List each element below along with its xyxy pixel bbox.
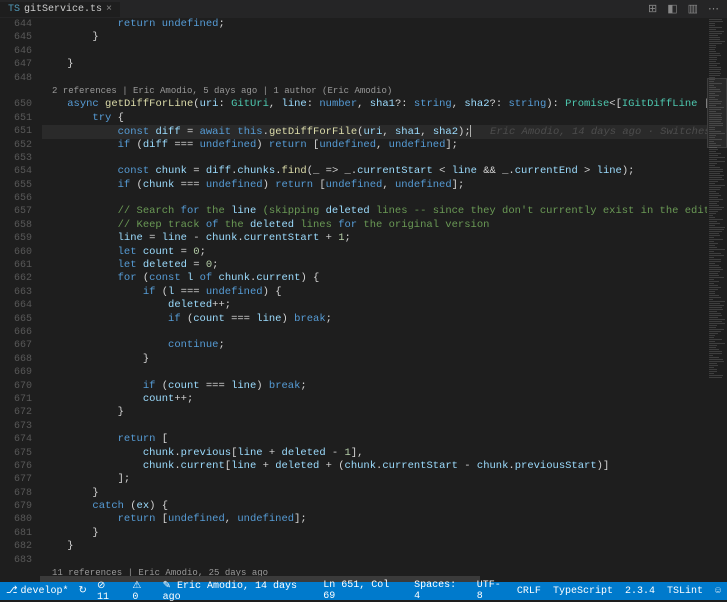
code-line[interactable]: chunk.previous[line + deleted - 1],	[42, 447, 727, 460]
code-line[interactable]	[42, 45, 727, 58]
tab-actions: ⊞ ◧ ▥ ⋯	[648, 2, 727, 16]
code-line[interactable]: if (chunk === undefined) return [undefin…	[42, 179, 727, 192]
code-line[interactable]: if (l === undefined) {	[42, 286, 727, 299]
minimap-slider[interactable]	[707, 78, 727, 148]
code-line[interactable]: }	[42, 540, 727, 553]
code-line[interactable]	[42, 420, 727, 433]
code-line[interactable]: }	[42, 353, 727, 366]
gutter: 6446456466476486506516516526536546556566…	[0, 18, 40, 578]
code-line[interactable]: deleted++;	[42, 299, 727, 312]
code-line[interactable]: }	[42, 31, 727, 44]
version-indicator[interactable]: 2.3.4	[625, 580, 655, 602]
codelens[interactable]: 2 references | Eric Amodio, 5 days ago |…	[42, 85, 727, 98]
code-line[interactable]	[42, 72, 727, 85]
branch-indicator[interactable]: develop*	[6, 585, 69, 597]
code-line[interactable]: return undefined;	[42, 18, 727, 31]
code-line[interactable]: ];	[42, 473, 727, 486]
feedback-icon[interactable]: ☺	[715, 580, 721, 602]
typescript-icon: TS	[8, 4, 20, 15]
code-line[interactable]: if (count === line) break;	[42, 380, 727, 393]
language-indicator[interactable]: TypeScript	[553, 580, 613, 602]
code-line[interactable]: let deleted = 0;	[42, 259, 727, 272]
code-line[interactable]: const diff = await this.getDiffForFile(u…	[42, 125, 727, 138]
code-line[interactable]: }	[42, 58, 727, 71]
code-line[interactable]: continue;	[42, 339, 727, 352]
code-line[interactable]: if (diff === undefined) return [undefine…	[42, 139, 727, 152]
encoding-indicator[interactable]: UTF-8	[477, 580, 505, 602]
sync-button[interactable]: ↻	[79, 585, 87, 597]
code-line[interactable]: // Keep track of the deleted lines for t…	[42, 219, 727, 232]
errors-indicator[interactable]: ⊘ 11	[97, 580, 122, 602]
code-line[interactable]: return [	[42, 433, 727, 446]
warnings-indicator[interactable]: ⚠ 0	[132, 580, 152, 602]
code-line[interactable]: async getDiffForLine(uri: GitUri, line: …	[42, 98, 727, 111]
code-line[interactable]: }	[42, 487, 727, 500]
status-bar: develop* ↻ ⊘ 11 ⚠ 0 ✎ Eric Amodio, 14 da…	[0, 582, 727, 600]
code-line[interactable]: catch (ex) {	[42, 500, 727, 513]
code-line[interactable]: for (const l of chunk.current) {	[42, 272, 727, 285]
code-line[interactable]: count++;	[42, 393, 727, 406]
code-line[interactable]	[42, 192, 727, 205]
editor[interactable]: 6446456466476486506516516526536546556566…	[0, 18, 727, 578]
blame-status[interactable]: ✎ Eric Amodio, 14 days ago	[163, 580, 312, 602]
minimap[interactable]	[707, 18, 727, 578]
code-line[interactable]: let count = 0;	[42, 246, 727, 259]
tab-label: gitService.ts	[24, 4, 102, 15]
code-line[interactable]: // Search for the line (skipping deleted…	[42, 205, 727, 218]
layout-icon[interactable]: ▥	[688, 2, 698, 16]
spaces-indicator[interactable]: Spaces: 4	[414, 580, 465, 602]
code-line[interactable]	[42, 366, 727, 379]
diff-icon[interactable]: ◧	[667, 2, 677, 16]
code-line[interactable]: }	[42, 527, 727, 540]
code-area[interactable]: return undefined; } } 2 references | Eric…	[42, 18, 727, 578]
split-icon[interactable]: ⊞	[648, 2, 657, 16]
code-line[interactable]: return [undefined, undefined];	[42, 513, 727, 526]
cursor-position[interactable]: Ln 651, Col 69	[323, 580, 402, 602]
close-icon[interactable]: ×	[106, 4, 112, 15]
code-line[interactable]: if (count === line) break;	[42, 313, 727, 326]
code-line[interactable]: chunk.current[line + deleted + (chunk.cu…	[42, 460, 727, 473]
code-line[interactable]	[42, 554, 727, 567]
code-line[interactable]	[42, 152, 727, 165]
code-line[interactable]: line = line - chunk.currentStart + 1;	[42, 232, 727, 245]
code-line[interactable]: }	[42, 406, 727, 419]
more-icon[interactable]: ⋯	[708, 2, 719, 16]
code-line[interactable]: const chunk = diff.chunks.find(_ => _.cu…	[42, 165, 727, 178]
tab-bar: TS gitService.ts × ⊞ ◧ ▥ ⋯	[0, 0, 727, 18]
eol-indicator[interactable]: CRLF	[517, 580, 541, 602]
code-line[interactable]: try {	[42, 112, 727, 125]
code-line[interactable]	[42, 326, 727, 339]
tab-gitservice[interactable]: TS gitService.ts ×	[0, 2, 120, 17]
tslint-indicator[interactable]: TSLint	[667, 580, 703, 602]
